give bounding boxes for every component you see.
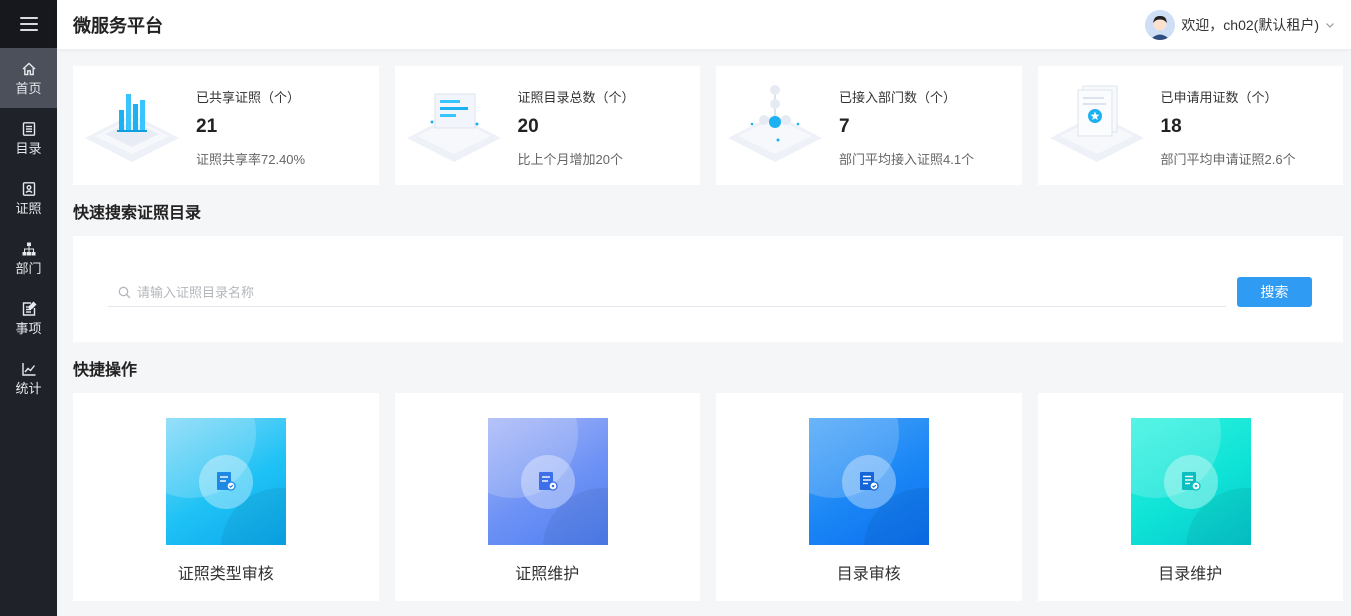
sidebar-item-label: 统计	[15, 380, 42, 396]
id-card-icon	[22, 181, 35, 196]
quick-action-label: 目录审核	[836, 566, 901, 583]
sidebar-item-statistics[interactable]: 统计	[0, 348, 57, 408]
user-menu[interactable]: 欢迎，ch02(默认租户)	[1145, 9, 1335, 40]
certificate-review-icon	[217, 472, 236, 491]
quick-action-tile	[487, 418, 608, 545]
stat-label: 已共享证照（个）	[196, 90, 301, 105]
sidebar: 首页 目录 证照 部门 事项 统计	[0, 0, 57, 616]
sidebar-item-label: 首页	[15, 80, 42, 96]
quick-action-tile	[809, 418, 929, 545]
sidebar-item-matters[interactable]: 事项	[0, 288, 57, 348]
quick-action-label: 证照类型审核	[177, 566, 274, 583]
stat-value: 21	[196, 116, 218, 137]
sidebar-item-catalog[interactable]: 目录	[0, 108, 57, 168]
top-header: 微服务平台 欢迎，ch02(默认租户)	[57, 0, 1351, 49]
search-panel: 搜索	[73, 236, 1343, 342]
search-field	[108, 278, 1226, 307]
sidebar-item-label: 证照	[15, 200, 42, 216]
stat-value: 20	[517, 116, 539, 137]
stat-card-catalog: 证照目录总数（个） 20 比上个月增加20个	[394, 66, 700, 185]
network-illustration-icon	[728, 85, 822, 162]
quick-action-catalog-review[interactable]: 目录审核	[716, 393, 1022, 601]
stat-card-shared: 已共享证照（个） 21 证照共享率72.40%	[73, 66, 379, 185]
line-chart-icon	[21, 362, 35, 376]
stat-card-applications: 已申请用证数（个） 18 部门平均申请证照2.6个	[1037, 66, 1343, 185]
chevron-down-icon	[1326, 22, 1334, 28]
avatar	[1145, 9, 1176, 40]
quick-action-certificate-review[interactable]: 证照类型审核	[73, 393, 379, 601]
app-title: 微服务平台	[73, 15, 163, 36]
search-section-title: 快速搜索证照目录	[73, 205, 202, 222]
home-icon	[22, 62, 35, 75]
list-icon	[22, 121, 35, 136]
quick-action-tile	[1130, 418, 1251, 545]
stat-card-departments: 已接入部门数（个） 7 部门平均接入证照4.1个	[716, 66, 1022, 185]
sidebar-item-department[interactable]: 部门	[0, 228, 57, 288]
search-icon	[118, 286, 131, 298]
quick-section-title: 快捷操作	[73, 362, 138, 379]
search-button[interactable]: 搜索	[1237, 277, 1312, 307]
monitor-illustration-icon	[406, 93, 501, 162]
stat-value: 7	[839, 116, 850, 137]
stat-sub: 部门平均接入证照4.1个	[839, 152, 975, 167]
sidebar-item-label: 部门	[15, 260, 42, 276]
org-chart-icon	[22, 242, 35, 255]
sidebar-item-home[interactable]: 首页	[0, 48, 57, 108]
hamburger-icon	[19, 17, 38, 31]
sidebar-item-label: 事项	[15, 320, 42, 336]
welcome-text: 欢迎，ch02(默认租户)	[1181, 16, 1319, 33]
stat-label: 已申请用证数（个）	[1160, 90, 1278, 105]
stat-label: 已接入部门数（个）	[839, 90, 957, 105]
edit-doc-icon	[22, 301, 36, 316]
certificate-maintain-icon	[538, 472, 558, 491]
quick-action-tile	[166, 418, 286, 545]
main-content: 已共享证照（个） 21 证照共享率72.40% 证照目录总数（个） 20 比上个…	[57, 49, 1351, 616]
quick-action-catalog-maintain[interactable]: 目录维护	[1037, 393, 1343, 601]
search-input[interactable]	[137, 284, 1226, 300]
quick-action-certificate-maintain[interactable]: 证照维护	[394, 393, 700, 601]
document-badge-illustration-icon	[1049, 85, 1144, 162]
stat-value: 18	[1160, 116, 1182, 137]
sidebar-item-certificate[interactable]: 证照	[0, 168, 57, 228]
catalog-review-icon	[860, 472, 879, 491]
menu-toggle-button[interactable]	[0, 0, 57, 48]
quick-action-label: 目录维护	[1158, 566, 1223, 583]
sidebar-item-label: 目录	[15, 140, 42, 156]
stat-label: 证照目录总数（个）	[517, 90, 635, 105]
stat-sub: 证照共享率72.40%	[196, 152, 306, 167]
stat-sub: 比上个月增加20个	[517, 152, 623, 167]
stat-sub: 部门平均申请证照2.6个	[1160, 152, 1296, 167]
quick-actions: 证照类型审核 证照维护 目录审核 目录维护	[73, 393, 1343, 601]
stats-row: 已共享证照（个） 21 证照共享率72.40% 证照目录总数（个） 20 比上个…	[73, 66, 1343, 185]
catalog-maintain-icon	[1181, 472, 1201, 491]
bar-chart-illustration-icon	[85, 94, 179, 162]
quick-action-label: 证照维护	[515, 566, 580, 583]
